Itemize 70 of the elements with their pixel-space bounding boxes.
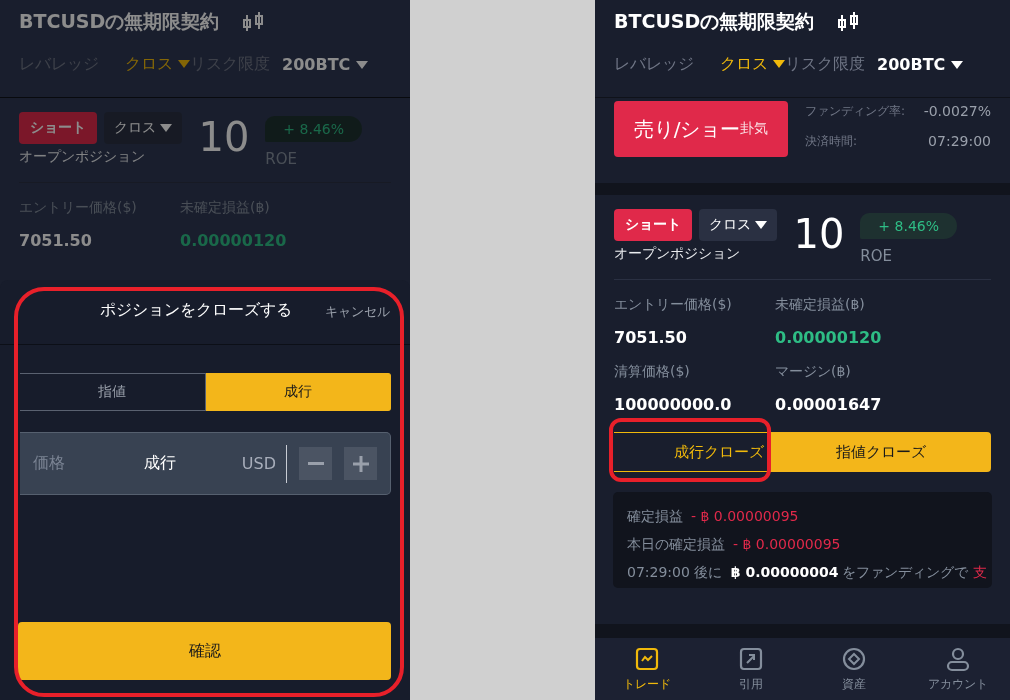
stat-value: 0.00000120 [775,328,883,347]
risk-limit-dropdown[interactable]: 200BTC [282,54,368,74]
stat-value: 7051.50 [19,231,93,250]
funding-direction: 支 [972,564,987,580]
position-status: オープンポジション [19,148,146,166]
dropdown-icon [950,61,963,69]
stat-label: エントリー価格($) [614,296,733,314]
funding-label: ファンディング率: [805,103,906,120]
position-status: オープンポジション [614,245,741,263]
price-field[interactable]: 価格 成行 USD [20,432,391,495]
field-label: 価格 [33,453,66,474]
page-title: BTCUSDの無期限契約 [614,9,815,34]
minus-icon [307,462,324,465]
close-position-button[interactable]: 指値クローズ [770,432,991,472]
risk-limit-dropdown[interactable]: 200BTC [877,54,963,74]
nav-tab[interactable]: 資産 [802,638,907,700]
funding-label: 決済時間: [805,133,858,150]
stat-value: 0.00001647 [775,395,883,414]
realized-pnl-label: 確定損益 [627,508,683,524]
margin-mode-dropdown[interactable]: クロス [720,53,786,75]
user-icon [945,645,972,672]
leverage-value: 10 [793,210,845,259]
dropdown-icon [160,124,173,132]
order-type-tab[interactable]: 指値 [20,373,206,411]
margin-mode-dropdown[interactable]: クロス [699,209,778,241]
funding-text: 後に [694,564,723,580]
leverage-value: 10 [198,113,250,162]
roe-badge: + 8.46% [860,213,957,239]
chart-icon [633,645,660,672]
funding-value: -0.0027% [923,103,991,120]
stat-label: マージン(฿) [775,363,852,381]
funding-amount: ฿ 0.00000004 [730,564,839,580]
page-title: BTCUSDの無期限契約 [19,9,220,34]
dropdown-icon [773,60,786,68]
candlestick-icon[interactable] [836,10,861,34]
close-position-button[interactable]: 成行クローズ [614,432,770,472]
confirm-button[interactable]: 確認 [18,622,391,680]
nav-tab[interactable]: アカウント [906,638,1010,700]
order-type-tab[interactable]: 成行 [205,373,391,411]
stat-value: 0.00000120 [180,231,288,250]
dropdown-icon [755,221,768,229]
stat-value: 7051.50 [614,328,688,347]
nav-tab[interactable]: 引用 [698,638,803,700]
today-pnl-value: - ฿ 0.00000095 [733,536,841,552]
leverage-label: レバレッジ [614,53,694,75]
funding-time: 07:29:00 [627,564,690,580]
stat-value: 100000000.0 [614,395,733,414]
unit-label: USD [241,444,287,483]
decrease-button[interactable] [299,447,332,480]
dropdown-icon [178,60,191,68]
dropdown-icon [355,61,368,69]
increase-button[interactable] [344,447,377,480]
risk-limit-label: リスク限度 [785,53,866,75]
realized-pnl-value: - ฿ 0.00000095 [691,508,799,524]
side-badge: ショート [19,112,97,144]
funding-value: 07:29:00 [928,133,991,150]
roe-badge: + 8.46% [265,116,362,142]
today-pnl-label: 本日の確定損益 [627,536,725,552]
margin-mode-dropdown[interactable]: クロス [104,112,183,144]
stat-label: 未確定損益(฿) [775,296,866,314]
stat-label: 清算価格($) [614,363,691,381]
sheet-title: ポジションをクローズする [100,300,292,321]
plus-icon [352,455,369,472]
cancel-link[interactable]: キャンセル [325,303,390,321]
field-value: 成行 [144,453,177,474]
side-badge: ショート [614,209,692,241]
funding-text: をファンディングで [842,564,969,580]
nav-tab[interactable]: トレード [595,638,699,700]
roe-label: ROE [860,247,894,265]
overlay-text: 卦気 [740,120,769,138]
